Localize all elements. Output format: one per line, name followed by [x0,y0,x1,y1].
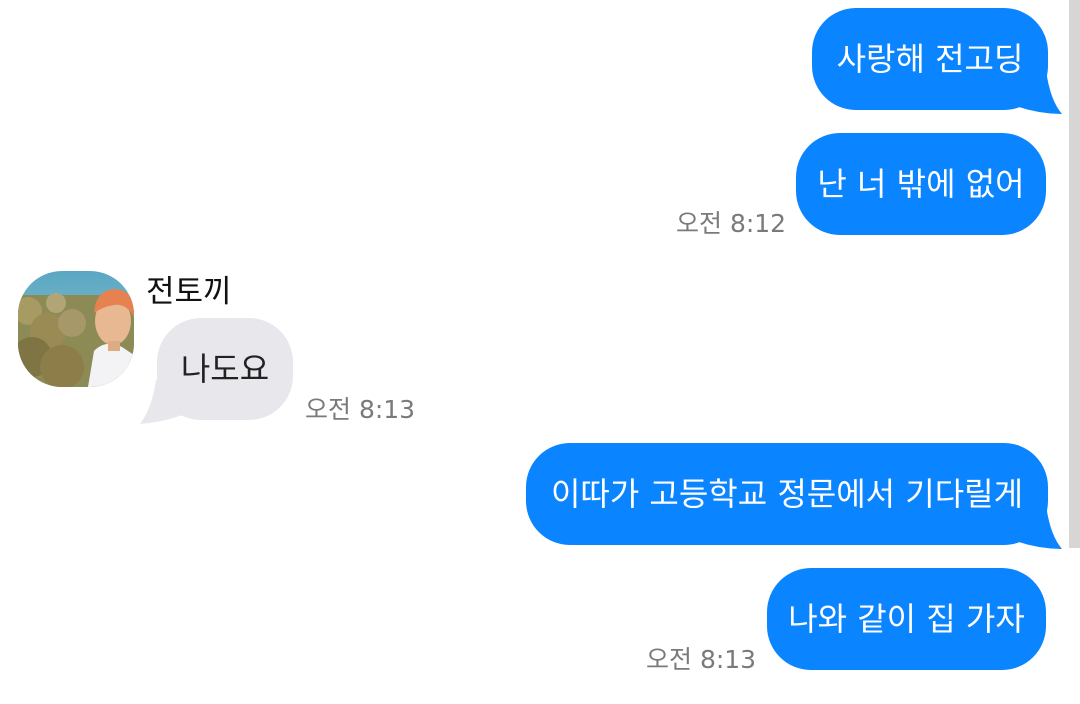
incoming-message-bubble[interactable]: 나도요 [157,318,293,420]
avatar-photo-icon [18,271,134,387]
outgoing-message-bubble[interactable]: 나와 같이 집 가자 [767,568,1046,670]
outgoing-message-bubble[interactable]: 사랑해 전고딩 [812,8,1048,110]
message-timestamp: 오전 8:13 [646,645,757,674]
outgoing-message-bubble[interactable]: 난 너 밖에 없어 [796,133,1046,235]
message-text: 나도요 [180,350,270,388]
scrollbar[interactable] [1069,0,1080,548]
message-timestamp: 오전 8:13 [305,395,416,424]
contact-avatar[interactable] [18,271,134,387]
message-text: 난 너 밖에 없어 [817,165,1025,203]
sender-name: 전토끼 [146,274,232,310]
message-text: 이따가 고등학교 정문에서 기다릴게 [550,475,1024,513]
outgoing-message-bubble[interactable]: 이따가 고등학교 정문에서 기다릴게 [526,443,1048,545]
message-timestamp: 오전 8:12 [676,209,787,238]
message-text: 나와 같이 집 가자 [788,600,1025,638]
message-text: 사랑해 전고딩 [836,40,1024,78]
